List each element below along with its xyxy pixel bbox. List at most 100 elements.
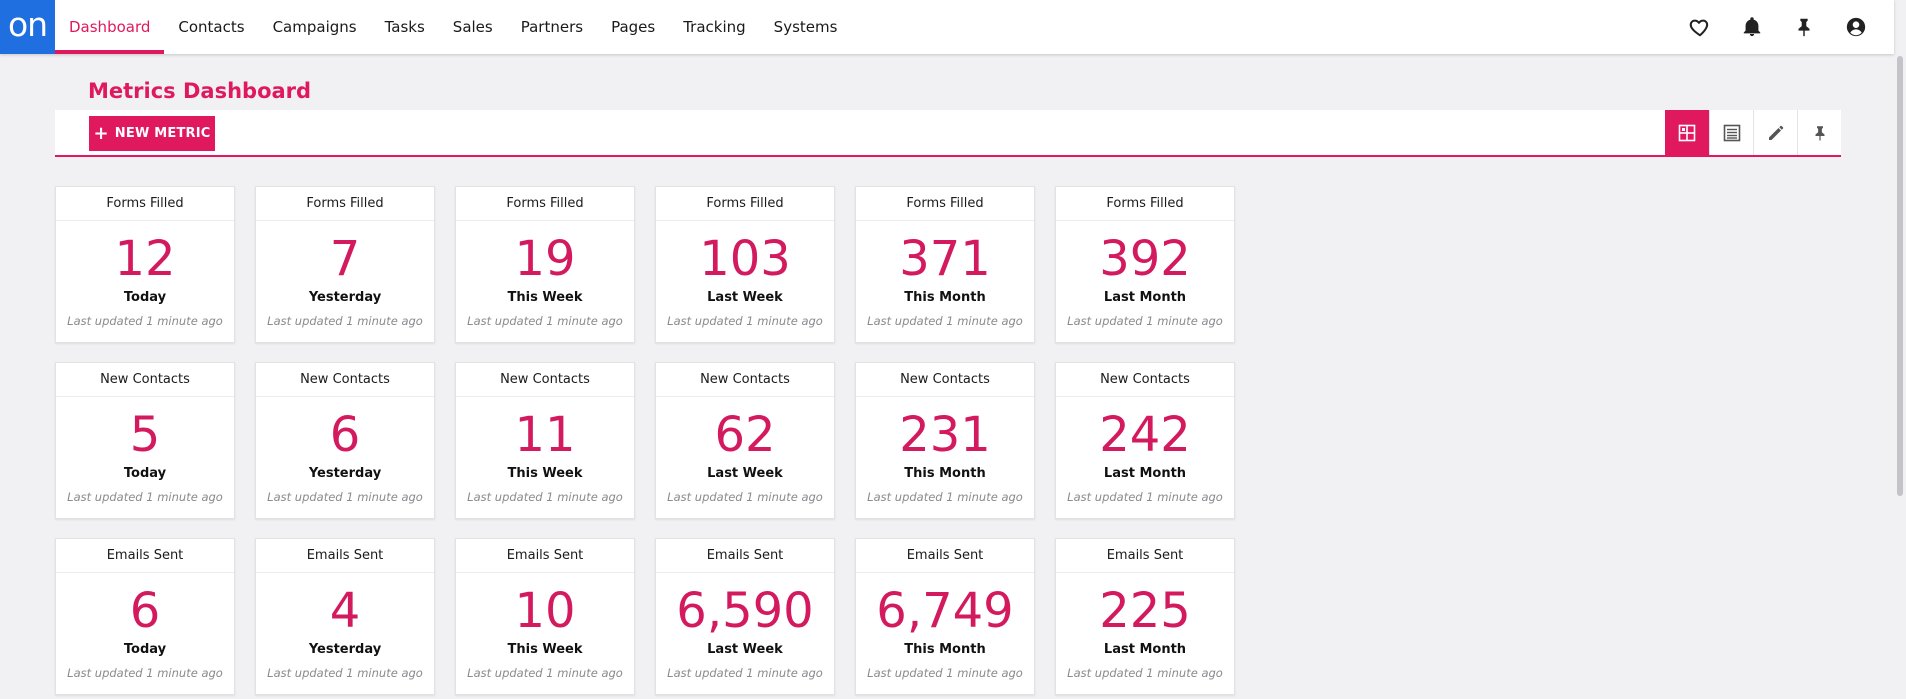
metric-value: 6,590 bbox=[676, 583, 814, 639]
metric-value: 12 bbox=[114, 231, 176, 287]
metric-value: 371 bbox=[899, 231, 991, 287]
metric-title: Forms Filled bbox=[56, 187, 234, 221]
metric-title: Forms Filled bbox=[1056, 187, 1234, 221]
new-metric-button[interactable]: + NEW METRIC bbox=[89, 116, 215, 151]
metric-updated: Last updated 1 minute ago bbox=[867, 314, 1023, 328]
metric-value: 11 bbox=[514, 407, 576, 463]
top-navigation: on Dashboard Contacts Campaigns Tasks Sa… bbox=[0, 0, 1894, 54]
metric-updated: Last updated 1 minute ago bbox=[467, 314, 623, 328]
heart-icon[interactable] bbox=[1674, 0, 1726, 54]
metric-card[interactable]: New Contacts 62 Last Week Last updated 1 mi… bbox=[655, 362, 835, 519]
metric-period: This Month bbox=[904, 642, 986, 657]
metric-title: Forms Filled bbox=[456, 187, 634, 221]
grid-view-icon bbox=[1678, 124, 1696, 141]
metric-title: Forms Filled bbox=[656, 187, 834, 221]
metric-period: This Month bbox=[904, 466, 986, 481]
metric-updated: Last updated 1 minute ago bbox=[267, 666, 423, 680]
metric-card[interactable]: New Contacts 11 This Week Last updated 1 mi… bbox=[455, 362, 635, 519]
metric-value: 7 bbox=[329, 231, 361, 287]
list-view-button[interactable] bbox=[1709, 110, 1753, 155]
metric-period: Today bbox=[123, 290, 167, 305]
app-logo[interactable]: on bbox=[0, 0, 55, 54]
metric-updated: Last updated 1 minute ago bbox=[867, 490, 1023, 504]
nav-item-tasks[interactable]: Tasks bbox=[371, 0, 439, 54]
metric-period: Last Month bbox=[1103, 642, 1187, 657]
metric-card[interactable]: New Contacts 242 Last Month Last updated 1 … bbox=[1055, 362, 1235, 519]
metric-title: New Contacts bbox=[856, 363, 1034, 397]
metric-period: Today bbox=[123, 466, 167, 481]
metric-card[interactable]: Emails Sent 225 Last Month Last updated 1 m… bbox=[1055, 538, 1235, 695]
metric-title: Emails Sent bbox=[456, 539, 634, 573]
metric-period: This Week bbox=[507, 290, 583, 305]
metric-period: Last Month bbox=[1103, 290, 1187, 305]
metric-value: 392 bbox=[1099, 231, 1191, 287]
nav-item-systems[interactable]: Systems bbox=[760, 0, 852, 54]
metric-title: Emails Sent bbox=[56, 539, 234, 573]
metric-title: Forms Filled bbox=[856, 187, 1034, 221]
metric-card[interactable]: New Contacts 5 Today Last updated 1 minute … bbox=[55, 362, 235, 519]
pin-button[interactable] bbox=[1797, 110, 1841, 155]
new-metric-label: NEW METRIC bbox=[114, 126, 211, 141]
nav-item-dashboard[interactable]: Dashboard bbox=[55, 0, 165, 54]
metric-updated: Last updated 1 minute ago bbox=[667, 490, 823, 504]
page-scrollbar[interactable] bbox=[1894, 0, 1906, 699]
metric-value: 242 bbox=[1099, 407, 1191, 463]
nav-item-partners[interactable]: Partners bbox=[507, 0, 597, 54]
bell-icon[interactable] bbox=[1726, 0, 1778, 54]
main-nav: Dashboard Contacts Campaigns Tasks Sales… bbox=[55, 0, 851, 54]
metric-value: 231 bbox=[899, 407, 991, 463]
metric-title: New Contacts bbox=[656, 363, 834, 397]
metric-title: Forms Filled bbox=[256, 187, 434, 221]
grid-view-button[interactable] bbox=[1665, 110, 1709, 155]
metric-card[interactable]: Forms Filled 371 This Month Last updated 1 … bbox=[855, 186, 1035, 343]
metric-card[interactable]: Forms Filled 7 Yesterday Last updated 1 min… bbox=[255, 186, 435, 343]
nav-item-campaigns[interactable]: Campaigns bbox=[259, 0, 371, 54]
page-title: Metrics Dashboard bbox=[88, 79, 312, 103]
nav-item-tracking[interactable]: Tracking bbox=[669, 0, 759, 54]
pin-icon[interactable] bbox=[1778, 0, 1830, 54]
metric-period: Last Week bbox=[707, 290, 783, 305]
metric-card[interactable]: New Contacts 231 This Month Last updated 1 … bbox=[855, 362, 1035, 519]
metric-title: Emails Sent bbox=[256, 539, 434, 573]
metric-card[interactable]: New Contacts 6 Yesterday Last updated 1 min… bbox=[255, 362, 435, 519]
metric-updated: Last updated 1 minute ago bbox=[1067, 666, 1223, 680]
metric-card[interactable]: Forms Filled 12 Today Last updated 1 minute… bbox=[55, 186, 235, 343]
metric-updated: Last updated 1 minute ago bbox=[867, 666, 1023, 680]
metric-title: Emails Sent bbox=[1056, 539, 1234, 573]
metric-card[interactable]: Emails Sent 6,749 This Month Last updated 1… bbox=[855, 538, 1035, 695]
metric-card[interactable]: Forms Filled 392 Last Month Last updated 1 … bbox=[1055, 186, 1235, 343]
metric-updated: Last updated 1 minute ago bbox=[667, 314, 823, 328]
nav-item-contacts[interactable]: Contacts bbox=[164, 0, 258, 54]
edit-button[interactable] bbox=[1753, 110, 1797, 155]
nav-item-sales[interactable]: Sales bbox=[439, 0, 507, 54]
metric-value: 5 bbox=[129, 407, 161, 463]
metric-card[interactable]: Emails Sent 6,590 Last Week Last updated 1 … bbox=[655, 538, 835, 695]
metric-value: 62 bbox=[714, 407, 776, 463]
metric-card[interactable]: Forms Filled 19 This Week Last updated 1 mi… bbox=[455, 186, 635, 343]
metric-period: This Week bbox=[507, 466, 583, 481]
metric-updated: Last updated 1 minute ago bbox=[267, 314, 423, 328]
metric-card[interactable]: Emails Sent 4 Yesterday Last updated 1 minu… bbox=[255, 538, 435, 695]
metric-period: This Month bbox=[904, 290, 986, 305]
nav-item-pages[interactable]: Pages bbox=[597, 0, 669, 54]
plus-icon: + bbox=[93, 122, 109, 144]
metric-card[interactable]: Emails Sent 10 This Week Last updated 1 min… bbox=[455, 538, 635, 695]
metric-card[interactable]: Forms Filled 103 Last Week Last updated 1 m… bbox=[655, 186, 835, 343]
metric-updated: Last updated 1 minute ago bbox=[1067, 490, 1223, 504]
metric-updated: Last updated 1 minute ago bbox=[67, 666, 223, 680]
scrollbar-thumb[interactable] bbox=[1897, 56, 1903, 496]
metric-title: New Contacts bbox=[456, 363, 634, 397]
metric-card[interactable]: Emails Sent 6 Today Last updated 1 minute a… bbox=[55, 538, 235, 695]
metric-period: Yesterday bbox=[308, 290, 382, 305]
metric-updated: Last updated 1 minute ago bbox=[67, 490, 223, 504]
metric-value: 225 bbox=[1099, 583, 1191, 639]
metric-value: 6 bbox=[129, 583, 161, 639]
metric-updated: Last updated 1 minute ago bbox=[667, 666, 823, 680]
metric-period: This Week bbox=[507, 642, 583, 657]
metric-value: 103 bbox=[699, 231, 791, 287]
account-icon[interactable] bbox=[1830, 0, 1882, 54]
metric-title: Emails Sent bbox=[856, 539, 1034, 573]
metric-title: New Contacts bbox=[256, 363, 434, 397]
view-toggle-group bbox=[1665, 110, 1841, 155]
metric-updated: Last updated 1 minute ago bbox=[467, 666, 623, 680]
